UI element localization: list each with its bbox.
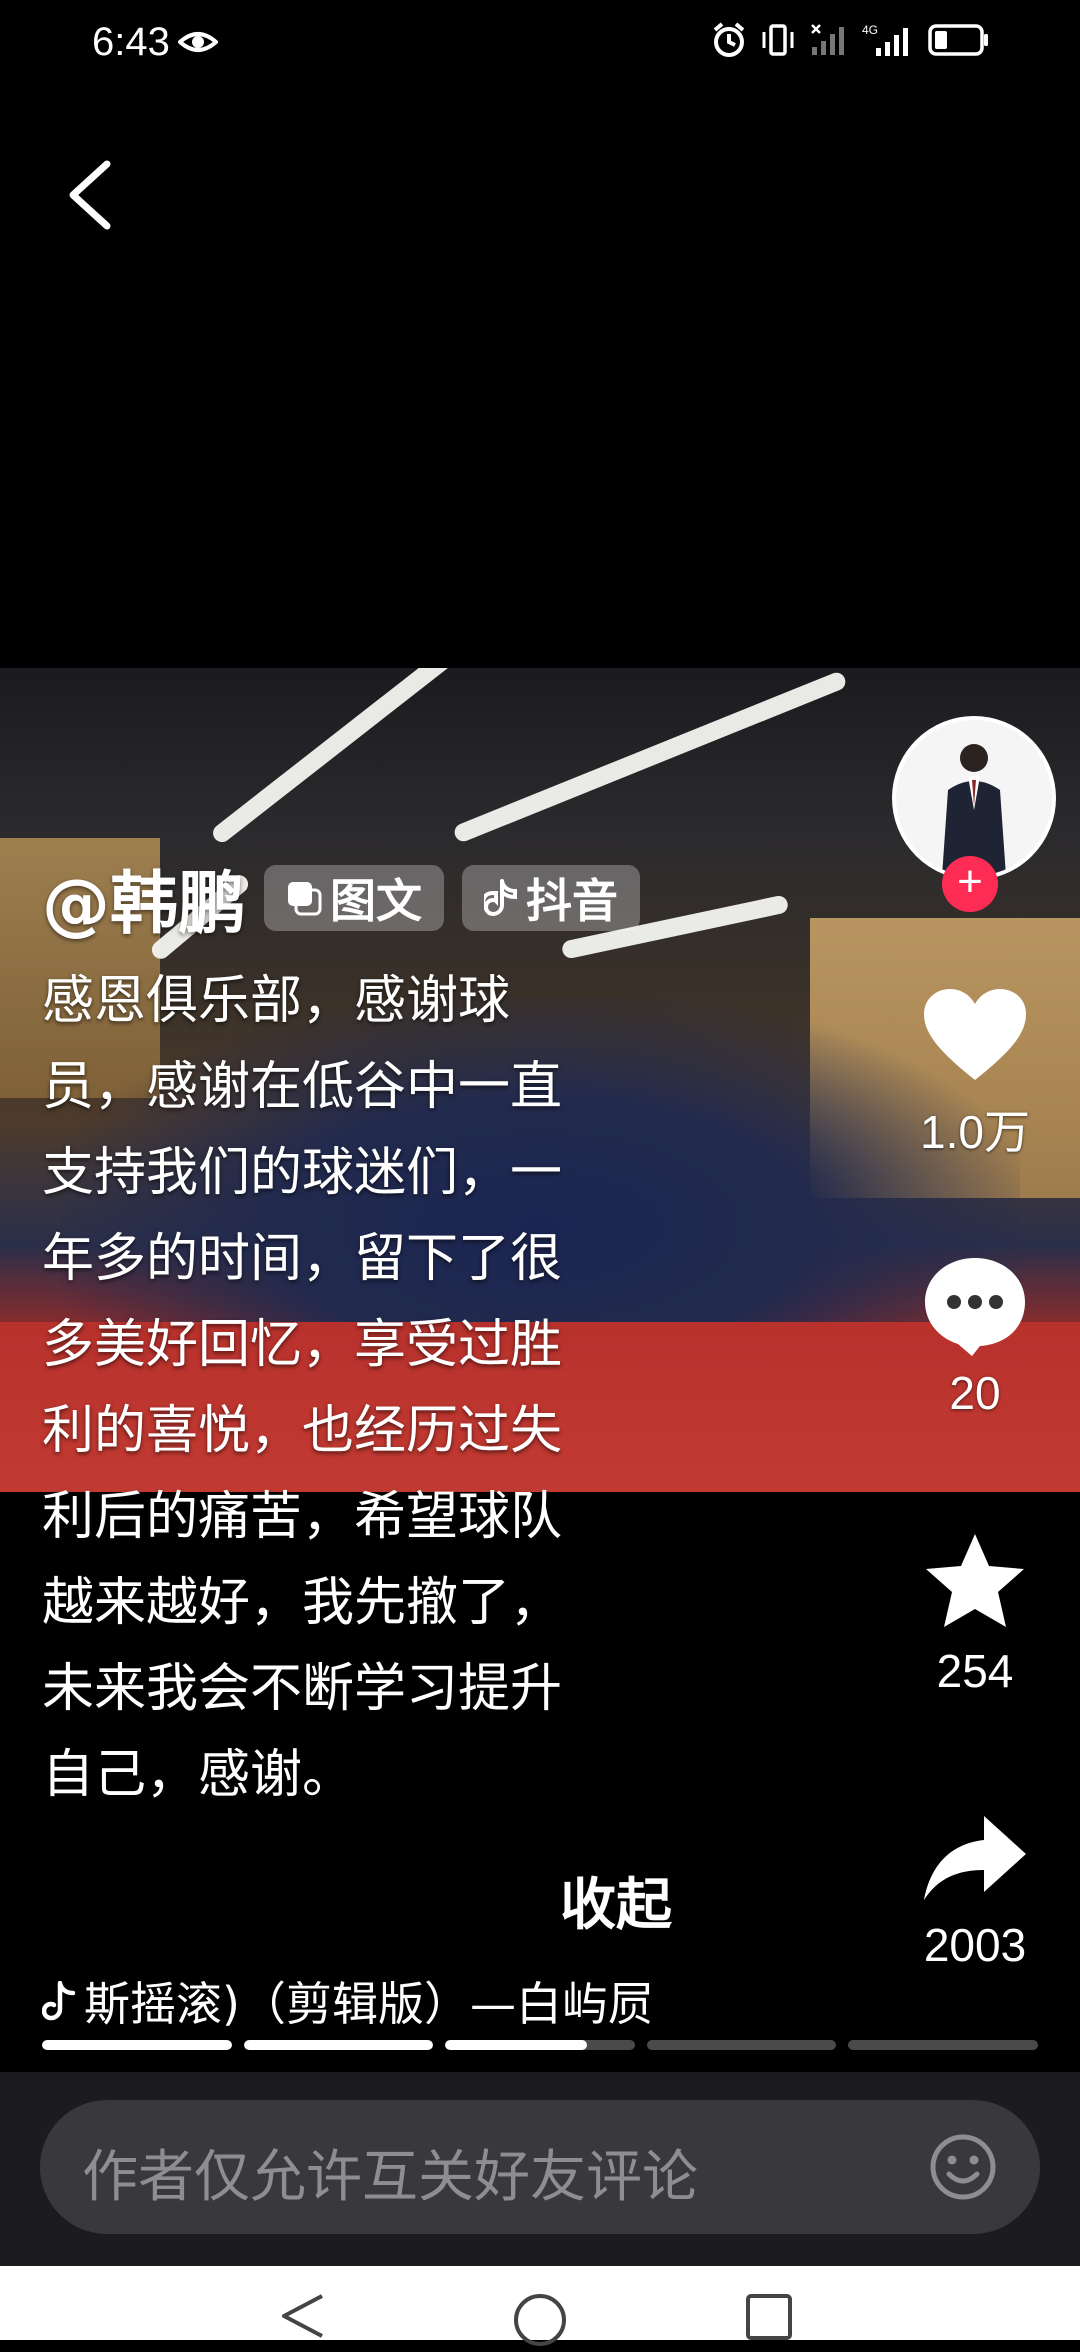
progress-segment xyxy=(42,2040,232,2050)
person-avatar-image xyxy=(896,720,1052,876)
author-name[interactable]: @韩鹏 xyxy=(42,848,246,947)
status-time: 6:43 xyxy=(92,20,170,64)
caption-line: 员，感谢在低谷中一直 xyxy=(42,1057,563,1117)
signal-icon-sim2: 4G xyxy=(862,23,908,56)
alarm-icon xyxy=(713,22,745,57)
comment-bubble-icon xyxy=(925,1258,1025,1356)
network-type-label: 4G xyxy=(862,23,878,37)
progress-segment xyxy=(445,2040,635,2050)
caption-line: 支持我们的球迷们，一 xyxy=(42,1143,563,1203)
tag-image-text[interactable]: 图文 xyxy=(264,864,445,931)
chevron-left-icon xyxy=(69,160,111,230)
follow-button[interactable]: + xyxy=(942,856,998,912)
eye-icon xyxy=(178,32,218,52)
system-nav-bar xyxy=(0,2266,1080,2346)
square-recents-icon xyxy=(746,2294,792,2340)
comment-count: 20 xyxy=(949,1367,1001,1419)
tag-douyin[interactable]: 抖音 xyxy=(462,864,641,931)
progress-segment xyxy=(646,2040,837,2050)
triangle-back-icon xyxy=(282,2294,323,2338)
douyin-music-icon xyxy=(42,1981,76,2021)
like-count: 1.0万 xyxy=(920,1106,1030,1158)
comment-input[interactable]: 作者仅允许互关好友评论 xyxy=(40,2100,1040,2234)
like-button[interactable]: 1.0万 xyxy=(900,986,1050,1162)
caption-line: 未来我会不断学习提升 xyxy=(42,1659,563,1719)
share-count: 2003 xyxy=(923,1919,1027,1971)
star-icon xyxy=(926,1534,1024,1627)
comment-placeholder: 作者仅允许互关好友评论 xyxy=(82,2145,698,2210)
caption-line: 越来越好，我先撤了， xyxy=(42,1573,563,1633)
author-row: @韩鹏 图文 抖音 xyxy=(42,848,641,947)
caption-line: 利后的痛苦，希望球队 xyxy=(42,1487,563,1547)
slide-progress xyxy=(42,2040,1038,2050)
music-info[interactable]: 斯摇滚)（剪辑版）—白屿屃 xyxy=(42,1966,712,2036)
caption-line: 多美好回忆，享受过胜 xyxy=(42,1315,563,1375)
comment-button[interactable]: 20 xyxy=(900,1252,1050,1420)
caption-line: 利的喜悦，也经历过失 xyxy=(42,1401,563,1461)
back-button[interactable] xyxy=(55,150,125,240)
caption-line: 自己，感谢。 xyxy=(42,1745,355,1805)
progress-segment xyxy=(848,2040,1038,2050)
emoji-button[interactable] xyxy=(928,2132,998,2202)
nav-recents-button[interactable] xyxy=(744,2292,794,2346)
nav-home-button[interactable] xyxy=(512,2292,568,2352)
douyin-icon xyxy=(484,878,518,916)
smiley-icon xyxy=(930,2134,996,2200)
share-button[interactable]: 2003 xyxy=(900,1812,1050,1972)
nav-back-button[interactable] xyxy=(278,2292,328,2344)
image-text-icon xyxy=(288,881,322,915)
favorite-button[interactable]: 254 xyxy=(900,1530,1050,1698)
tag-douyin-label: 抖音 xyxy=(526,873,619,928)
vibrate-icon xyxy=(762,24,794,56)
share-arrow-icon xyxy=(924,1816,1026,1900)
caption-line: 感恩俱乐部，感谢球 xyxy=(42,971,511,1031)
caption-line: 年多的时间，留下了很 xyxy=(42,1229,563,1289)
battery-icon xyxy=(928,24,988,56)
post-caption: 感恩俱乐部，感谢球 员，感谢在低谷中一直 支持我们的球迷们，一 年多的时间，留下… xyxy=(42,958,722,1818)
heart-icon xyxy=(924,989,1026,1080)
progress-segment xyxy=(243,2040,434,2050)
favorite-count: 254 xyxy=(936,1645,1014,1697)
collapse-button[interactable]: 收起 xyxy=(560,1860,672,1941)
music-title: 斯摇滚)（剪辑版）—白屿屃 xyxy=(84,1977,654,2031)
signal-icon-sim1 xyxy=(811,24,844,55)
status-icons: 4G xyxy=(712,22,990,58)
status-bar: 6:43 4G xyxy=(0,0,1080,90)
tag-image-text-label: 图文 xyxy=(330,873,423,928)
